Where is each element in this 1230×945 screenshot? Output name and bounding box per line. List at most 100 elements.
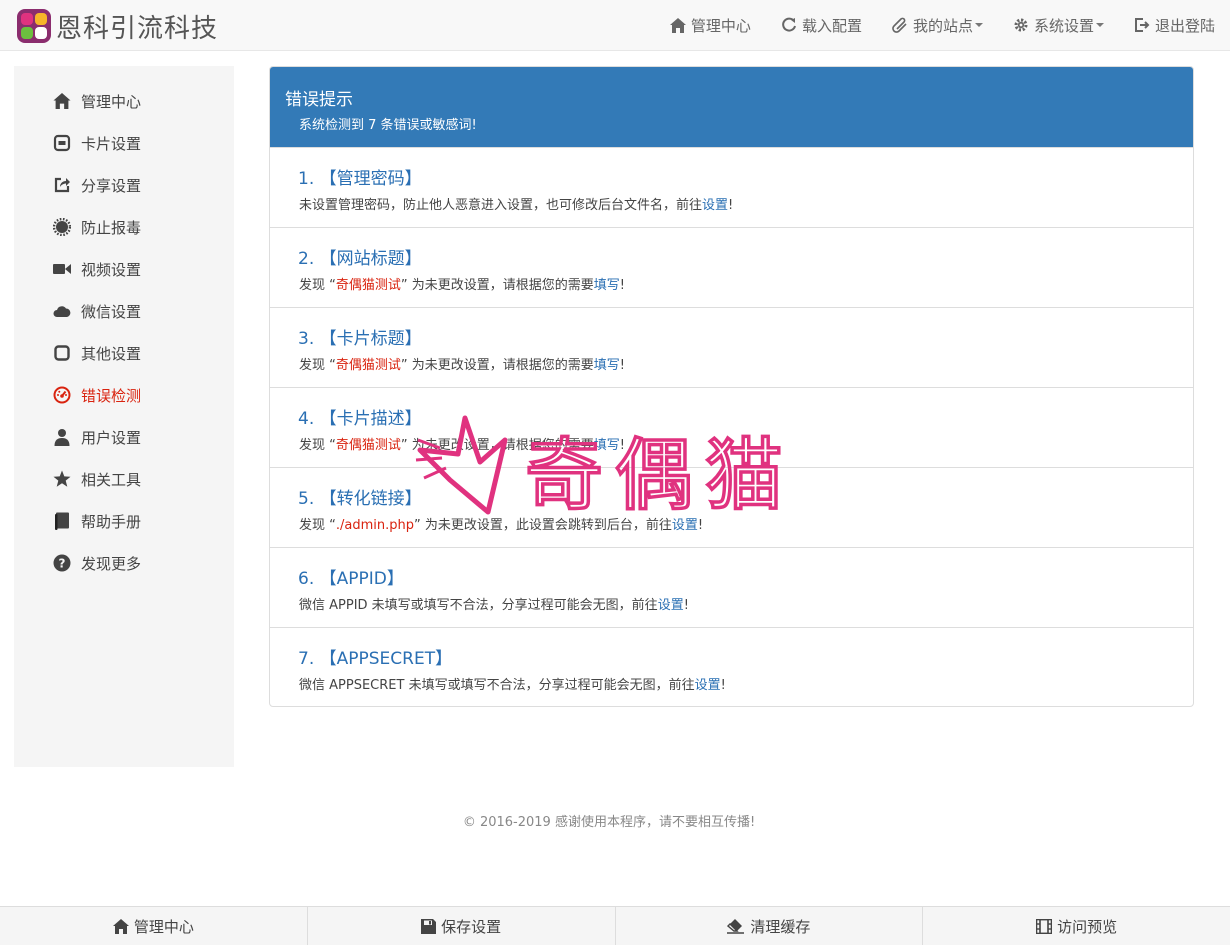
error-text: ! bbox=[697, 518, 704, 533]
card-icon bbox=[53, 134, 71, 152]
refresh-icon bbox=[782, 17, 796, 32]
error-description: 发现 “奇偶猫测试” 为未更改设置，请根据您的需要填写! bbox=[299, 434, 625, 453]
error-title: 2. 【网站标题】 bbox=[298, 249, 422, 269]
question-icon: ? bbox=[53, 554, 71, 572]
sidebar-item-label: 分享设置 bbox=[81, 176, 142, 195]
error-fill-link[interactable]: 填写 bbox=[594, 278, 620, 293]
topnav-logout[interactable]: 退出登陆 bbox=[1119, 0, 1230, 50]
error-text: ” 为未更改设置，请根据您的需要 bbox=[400, 438, 594, 453]
error-text: ! bbox=[720, 678, 726, 693]
sidebar: 管理中心 卡片设置 分享设置 防止报毒 视频设置 微信设置 其他设置 错误检测 … bbox=[14, 66, 234, 767]
sidebar-item-label: 视频设置 bbox=[81, 260, 142, 279]
error-text: ! bbox=[619, 278, 625, 293]
panel-subtitle: 系统检测到 7 条错误或敏感词! bbox=[299, 118, 477, 133]
sidebar-item-discover-more[interactable]: ? 发现更多 bbox=[52, 551, 141, 575]
sidebar-item-admin-center[interactable]: 管理中心 bbox=[52, 89, 141, 113]
video-icon bbox=[53, 264, 71, 274]
error-description: 发现 “./admin.php” 为未更改设置，此设置会跳转到后台，前往设置! bbox=[299, 514, 703, 533]
sidebar-item-label: 防止报毒 bbox=[81, 218, 142, 237]
sidebar-item-tools[interactable]: 相关工具 bbox=[52, 467, 141, 491]
bottom-button-label: 管理中心 bbox=[133, 917, 194, 936]
home-icon bbox=[53, 93, 71, 109]
bottom-button-label: 保存设置 bbox=[441, 917, 502, 936]
top-nav-menu: 管理中心 载入配置 我的站点 系统设置 退出登陆 bbox=[655, 0, 1230, 50]
error-highlight: 奇偶猫测试 bbox=[335, 438, 401, 453]
logout-icon bbox=[1134, 18, 1150, 32]
sidebar-item-help-manual[interactable]: 帮助手册 bbox=[52, 509, 141, 533]
sidebar-item-other-settings[interactable]: 其他设置 bbox=[52, 341, 141, 365]
sidebar-item-user-settings[interactable]: 用户设置 bbox=[52, 425, 141, 449]
error-panel: 错误提示 系统检测到 7 条错误或敏感词! 1. 【管理密码】 未设置管理密码，… bbox=[269, 66, 1194, 707]
error-settings-link[interactable]: 设置 bbox=[695, 678, 721, 693]
eraser-icon bbox=[727, 919, 745, 934]
error-title: 5. 【转化链接】 bbox=[298, 489, 422, 509]
topnav-system-settings[interactable]: 系统设置 bbox=[998, 0, 1119, 50]
sidebar-item-label: 帮助手册 bbox=[81, 512, 142, 531]
certificate-icon bbox=[53, 218, 71, 236]
brand-name: 恩科引流科技 bbox=[56, 13, 219, 44]
error-description: 微信 APPID 未填写或填写不合法，分享过程可能会无图，前往设置! bbox=[299, 594, 689, 613]
brand-logo-icon bbox=[16, 8, 52, 44]
error-fill-link[interactable]: 填写 bbox=[594, 438, 620, 453]
error-text: 发现 “ bbox=[299, 518, 336, 533]
copyright-text: © 2016-2019 感谢使用本程序，请不要相互传播! bbox=[462, 815, 756, 830]
error-item: 2. 【网站标题】 发现 “奇偶猫测试” 为未更改设置，请根据您的需要填写! bbox=[270, 227, 1193, 307]
bottom-button-label: 访问预览 bbox=[1057, 917, 1118, 936]
error-item: 7. 【APPSECRET】 微信 APPSECRET 未填写或填写不合法，分享… bbox=[270, 627, 1193, 706]
preview-button[interactable]: 访问预览 bbox=[923, 907, 1230, 945]
chevron-down-icon bbox=[974, 23, 983, 27]
error-text: 微信 APPID 未填写或填写不合法，分享过程可能会无图，前往 bbox=[299, 598, 658, 613]
film-icon bbox=[1036, 918, 1053, 934]
brand[interactable]: 恩科引流科技 bbox=[16, 7, 218, 45]
floppy-icon bbox=[421, 918, 437, 934]
error-text: 发现 “ bbox=[299, 358, 336, 373]
topnav-load-config-label: 载入配置 bbox=[801, 16, 862, 35]
topnav-admin-center[interactable]: 管理中心 bbox=[655, 0, 766, 50]
topnav-system-settings-label: 系统设置 bbox=[1033, 16, 1094, 35]
topnav-my-sites[interactable]: 我的站点 bbox=[877, 0, 998, 50]
home-icon bbox=[112, 918, 129, 934]
sidebar-item-label: 错误检测 bbox=[81, 386, 142, 405]
topnav-logout-label: 退出登陆 bbox=[1154, 16, 1215, 35]
error-item: 5. 【转化链接】 发现 “./admin.php” 为未更改设置，此设置会跳转… bbox=[270, 467, 1193, 547]
top-navbar: 恩科引流科技 管理中心 载入配置 我的站点 系统设置 退出登陆 bbox=[0, 0, 1230, 51]
sidebar-item-label: 发现更多 bbox=[81, 554, 142, 573]
sidebar-item-wechat-settings[interactable]: 微信设置 bbox=[52, 299, 141, 323]
error-text: ” 为未更改设置，此设置会跳转到后台，前往 bbox=[414, 518, 672, 533]
error-text: 发现 “ bbox=[299, 278, 336, 293]
clear-cache-button[interactable]: 清理缓存 bbox=[616, 907, 924, 945]
error-text: ” 为未更改设置，请根据您的需要 bbox=[400, 278, 594, 293]
error-description: 发现 “奇偶猫测试” 为未更改设置，请根据您的需要填写! bbox=[299, 274, 625, 293]
share-icon bbox=[54, 177, 70, 193]
error-text: ! bbox=[728, 198, 734, 213]
error-description: 微信 APPSECRET 未填写或填写不合法，分享过程可能会无图，前往设置! bbox=[299, 674, 726, 693]
topnav-load-config[interactable]: 载入配置 bbox=[766, 0, 877, 50]
chevron-down-icon bbox=[1095, 23, 1104, 27]
sidebar-item-error-check[interactable]: 错误检测 bbox=[52, 383, 141, 407]
error-settings-link[interactable]: 设置 bbox=[672, 518, 698, 533]
sidebar-item-video-settings[interactable]: 视频设置 bbox=[52, 257, 141, 281]
bottom-action-bar: 管理中心 保存设置 清理缓存 访问预览 bbox=[0, 906, 1230, 945]
error-item: 3. 【卡片标题】 发现 “奇偶猫测试” 为未更改设置，请根据您的需要填写! bbox=[270, 307, 1193, 387]
error-fill-link[interactable]: 填写 bbox=[594, 358, 620, 373]
error-description: 未设置管理密码，防止他人恶意进入设置，也可修改后台文件名，前往设置! bbox=[299, 194, 733, 213]
topnav-my-sites-label: 我的站点 bbox=[912, 16, 973, 35]
error-text: 发现 “ bbox=[299, 438, 336, 453]
sidebar-item-share-settings[interactable]: 分享设置 bbox=[52, 173, 141, 197]
error-highlight: 奇偶猫测试 bbox=[335, 358, 401, 373]
square-icon bbox=[54, 345, 70, 361]
error-settings-link[interactable]: 设置 bbox=[702, 198, 728, 213]
error-settings-link[interactable]: 设置 bbox=[658, 598, 684, 613]
bottom-admin-center-button[interactable]: 管理中心 bbox=[0, 907, 308, 945]
error-text: 未设置管理密码，防止他人恶意进入设置，也可修改后台文件名，前往 bbox=[299, 198, 703, 213]
error-text: 微信 APPSECRET 未填写或填写不合法，分享过程可能会无图，前往 bbox=[299, 678, 695, 693]
sidebar-item-card-settings[interactable]: 卡片设置 bbox=[52, 131, 141, 155]
save-settings-button[interactable]: 保存设置 bbox=[308, 907, 616, 945]
sidebar-item-anti-virus[interactable]: 防止报毒 bbox=[52, 215, 141, 239]
error-title: 6. 【APPID】 bbox=[298, 569, 404, 589]
svg-text:?: ? bbox=[59, 557, 66, 571]
error-text: ! bbox=[619, 358, 625, 373]
topnav-admin-center-label: 管理中心 bbox=[690, 16, 751, 35]
home-icon bbox=[669, 17, 686, 33]
error-highlight: ./admin.php bbox=[335, 518, 414, 533]
